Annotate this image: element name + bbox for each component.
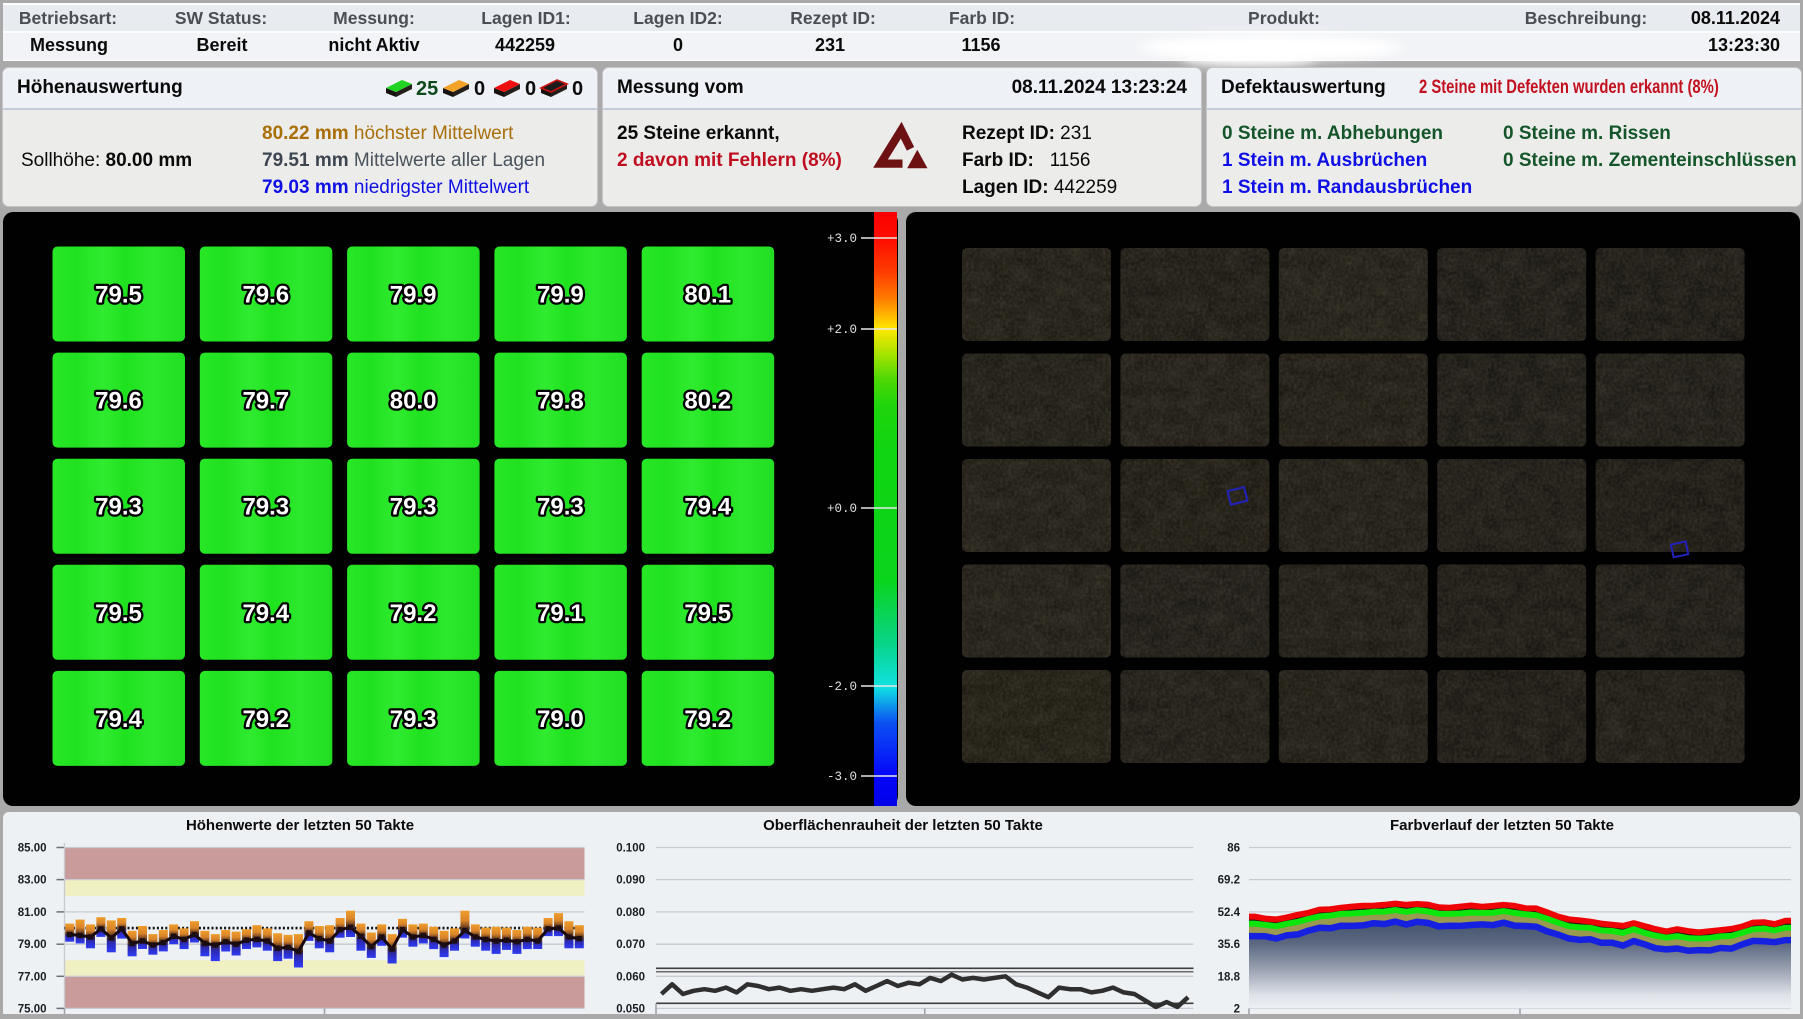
svg-text:52.4: 52.4 — [1218, 907, 1241, 919]
svg-text:79.3: 79.3 — [390, 706, 437, 733]
svg-text:79.3: 79.3 — [390, 494, 437, 521]
svg-text:80.2: 80.2 — [684, 388, 731, 415]
svg-text:75.00: 75.00 — [18, 1003, 47, 1014]
svg-text:0: 0 — [572, 78, 583, 100]
svg-text:81.00: 81.00 — [18, 907, 47, 919]
svg-text:79.4: 79.4 — [95, 706, 142, 733]
svg-text:79.1: 79.1 — [537, 600, 584, 627]
svg-text:79.5: 79.5 — [95, 600, 142, 627]
svg-text:79.6: 79.6 — [95, 388, 142, 415]
svg-text:+2.0: +2.0 — [827, 323, 857, 337]
svg-text:+0.0: +0.0 — [827, 502, 857, 516]
svg-text:Oberflächenrauheit der letzten: Oberflächenrauheit der letzten 50 Takte — [763, 817, 1043, 834]
svg-text:79.9: 79.9 — [390, 282, 437, 309]
svg-text:25: 25 — [416, 78, 438, 100]
svg-text:79.3: 79.3 — [242, 494, 289, 521]
svg-text:2: 2 — [1234, 1003, 1240, 1014]
svg-text:79.3: 79.3 — [95, 494, 142, 521]
svg-text:0.070: 0.070 — [616, 939, 645, 951]
svg-text:0.050: 0.050 — [616, 1003, 645, 1014]
svg-text:79.7: 79.7 — [242, 388, 289, 415]
svg-text:77.00: 77.00 — [18, 971, 47, 983]
svg-text:18.8: 18.8 — [1218, 971, 1241, 983]
svg-text:0.060: 0.060 — [616, 971, 645, 983]
svg-text:79.4: 79.4 — [242, 600, 289, 627]
svg-text:69.2: 69.2 — [1218, 875, 1240, 887]
svg-text:79.5: 79.5 — [684, 600, 731, 627]
svg-text:79.5: 79.5 — [95, 282, 142, 309]
svg-text:0.100: 0.100 — [616, 843, 645, 855]
svg-text:0.090: 0.090 — [616, 875, 645, 887]
svg-text:+3.0: +3.0 — [827, 232, 857, 246]
svg-text:80.0: 80.0 — [390, 388, 437, 415]
svg-text:79.0: 79.0 — [537, 706, 584, 733]
svg-text:79.4: 79.4 — [684, 494, 731, 521]
svg-text:79.9: 79.9 — [537, 282, 584, 309]
svg-text:Höhenwerte der letzten 50 Takt: Höhenwerte der letzten 50 Takte — [186, 817, 414, 834]
svg-text:-3.0: -3.0 — [827, 770, 857, 784]
svg-text:79.3: 79.3 — [537, 494, 584, 521]
svg-text:0.080: 0.080 — [616, 907, 645, 919]
svg-text:86: 86 — [1227, 843, 1240, 855]
svg-text:79.2: 79.2 — [242, 706, 289, 733]
svg-text:79.2: 79.2 — [684, 706, 731, 733]
svg-text:0: 0 — [525, 78, 536, 100]
svg-text:35.6: 35.6 — [1218, 939, 1240, 951]
svg-text:85.00: 85.00 — [18, 843, 47, 855]
svg-text:-2.0: -2.0 — [827, 680, 857, 694]
svg-text:79.8: 79.8 — [537, 388, 584, 415]
svg-text:80.1: 80.1 — [684, 282, 731, 309]
svg-text:Farbverlauf der letzten 50 Tak: Farbverlauf der letzten 50 Takte — [1390, 817, 1614, 834]
svg-text:0: 0 — [474, 78, 485, 100]
svg-text:79.00: 79.00 — [18, 939, 47, 951]
svg-text:79.2: 79.2 — [390, 600, 437, 627]
svg-text:79.6: 79.6 — [242, 282, 289, 309]
svg-text:83.00: 83.00 — [18, 875, 47, 887]
